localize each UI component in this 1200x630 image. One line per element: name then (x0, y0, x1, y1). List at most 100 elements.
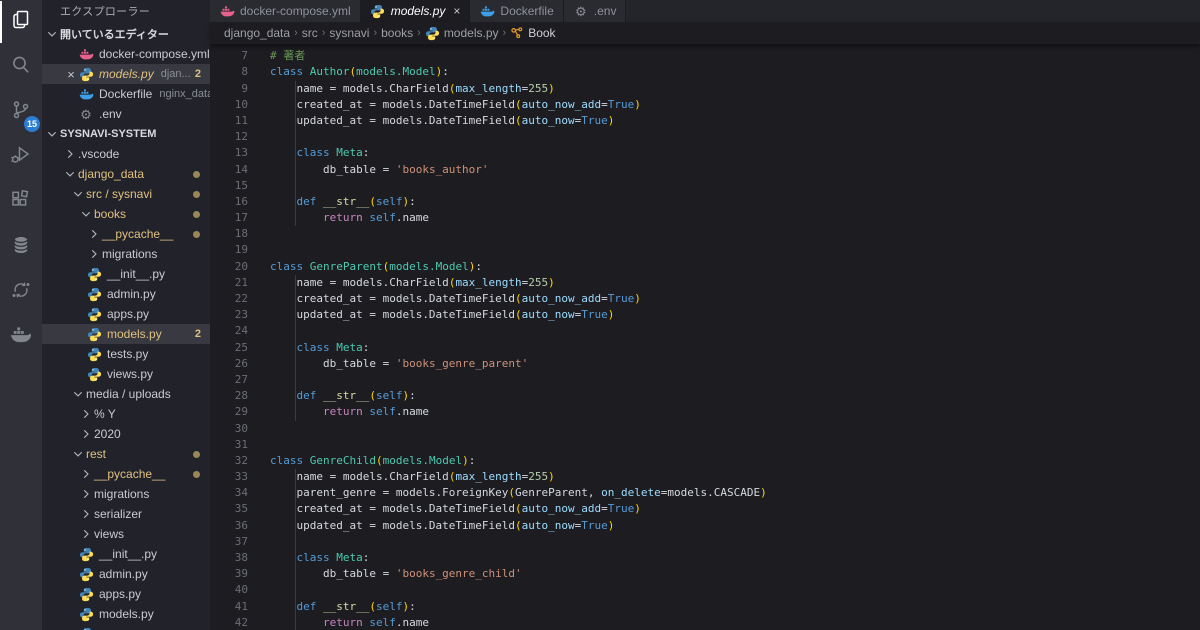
tab--env[interactable]: ⚙.env (564, 0, 627, 22)
code-line[interactable]: 27 (210, 372, 1200, 388)
explorer-activity-button[interactable] (0, 0, 42, 45)
source-control-activity-button[interactable]: 15 (0, 90, 42, 135)
code-line[interactable]: 17 return self.name (210, 210, 1200, 226)
close-icon[interactable]: × (453, 4, 460, 18)
breadcrumb-item[interactable]: models.py (425, 26, 499, 41)
chevron-down-icon (70, 386, 86, 402)
tree-item-tests-py[interactable]: tests.py (42, 624, 210, 630)
tree-item-models-py[interactable]: models.py (42, 604, 210, 624)
code-line[interactable]: 21name = models.CharField(max_length=255… (210, 275, 1200, 291)
code-line[interactable]: 12 (210, 129, 1200, 145)
code-line[interactable]: 42 return self.name (210, 615, 1200, 630)
code-line[interactable]: 9name = models.CharField(max_length=255) (210, 81, 1200, 97)
explorer-icon (9, 8, 33, 37)
workspace-section-header[interactable]: SYSNAVI-SYSTEM (42, 124, 210, 144)
code-line[interactable]: 26 db_table = 'books_genre_parent' (210, 356, 1200, 372)
breadcrumb-item[interactable]: Book (510, 26, 555, 40)
code-line[interactable]: 37 (210, 534, 1200, 550)
code-line[interactable]: 41def __str__(self): (210, 599, 1200, 615)
code-editor[interactable]: 67# 著者8class Author(models.Model):9name … (210, 44, 1200, 630)
tree-item-media-uploads[interactable]: media / uploads (42, 384, 210, 404)
chevron-right-icon (78, 406, 94, 422)
tree-item-label: tests.py (107, 347, 148, 361)
tree-item--init-py[interactable]: __init__.py (42, 544, 210, 564)
tree-item-views-py[interactable]: views.py (42, 364, 210, 384)
code-line[interactable]: 24 (210, 323, 1200, 339)
tree-item-migrations[interactable]: migrations (42, 244, 210, 264)
breadcrumb-item[interactable]: src (302, 26, 318, 40)
code-line[interactable]: 36updated_at = models.DateTimeField(auto… (210, 518, 1200, 534)
search-activity-button[interactable] (0, 45, 42, 90)
tree-item-admin-py[interactable]: admin.py (42, 284, 210, 304)
line-number: 42 (210, 615, 248, 630)
docker-activity-button[interactable] (0, 315, 42, 360)
tree-item-label: models.py (107, 327, 162, 341)
open-editor-item[interactable]: docker-compose.yml (42, 44, 210, 64)
code-line[interactable]: 28def __str__(self): (210, 388, 1200, 404)
tree-item-rest[interactable]: rest (42, 444, 210, 464)
code-line[interactable]: 23updated_at = models.DateTimeField(auto… (210, 307, 1200, 323)
extensions-activity-button[interactable] (0, 180, 42, 225)
breadcrumb-item[interactable]: sysnavi (329, 26, 369, 40)
open-editor-item[interactable]: ⚙.env (42, 104, 210, 124)
tree-item-src-sysnavi[interactable]: src / sysnavi (42, 184, 210, 204)
code-line[interactable]: 40 (210, 582, 1200, 598)
code-line[interactable]: 38class Meta: (210, 550, 1200, 566)
code-token: ( (376, 454, 383, 467)
code-line[interactable]: 11updated_at = models.DateTimeField(auto… (210, 113, 1200, 129)
code-line[interactable]: 8class Author(models.Model): (210, 64, 1200, 80)
code-line[interactable]: 7# 著者 (210, 48, 1200, 64)
indent-guide (270, 194, 296, 210)
code-line[interactable]: 31 (210, 437, 1200, 453)
open-editors-section-header[interactable]: 開いているエディター (42, 24, 210, 44)
code-token: ( (515, 502, 522, 515)
debug-activity-button[interactable] (0, 135, 42, 180)
tree-item--init-py[interactable]: __init__.py (42, 264, 210, 284)
tree-item-django-data[interactable]: django_data (42, 164, 210, 184)
tree-item--vscode[interactable]: .vscode (42, 144, 210, 164)
code-line[interactable]: 18 (210, 226, 1200, 242)
code-line[interactable]: 15 (210, 178, 1200, 194)
code-line[interactable]: 34parent_genre = models.ForeignKey(Genre… (210, 485, 1200, 501)
code-line[interactable]: 13class Meta: (210, 145, 1200, 161)
code-token: Meta (336, 551, 363, 564)
code-line[interactable]: 29 return self.name (210, 404, 1200, 420)
code-line[interactable]: 33name = models.CharField(max_length=255… (210, 469, 1200, 485)
open-editor-item[interactable]: Dockerfilenginx_data (42, 84, 210, 104)
tree-item-migrations[interactable]: migrations (42, 484, 210, 504)
line-number: 33 (210, 469, 248, 485)
modified-dot-badge (193, 171, 200, 178)
tree-item--pycache-[interactable]: __pycache__ (42, 224, 210, 244)
close-icon[interactable]: × (64, 68, 78, 81)
breadcrumb-item[interactable]: books (381, 26, 413, 40)
tree-item-admin-py[interactable]: admin.py (42, 564, 210, 584)
tree-item-views[interactable]: views (42, 524, 210, 544)
tab-docker-compose-yml[interactable]: docker-compose.yml (210, 0, 361, 22)
tree-item-tests-py[interactable]: tests.py (42, 344, 210, 364)
breadcrumb-item[interactable]: django_data (224, 26, 290, 40)
code-line[interactable]: 25class Meta: (210, 340, 1200, 356)
tree-item-models-py[interactable]: models.py2 (42, 324, 210, 344)
code-line[interactable]: 22created_at = models.DateTimeField(auto… (210, 291, 1200, 307)
code-line[interactable]: 14 db_table = 'books_author' (210, 162, 1200, 178)
tree-item-apps-py[interactable]: apps.py (42, 584, 210, 604)
code-line[interactable]: 35created_at = models.DateTimeField(auto… (210, 501, 1200, 517)
code-line[interactable]: 10created_at = models.DateTimeField(auto… (210, 97, 1200, 113)
tree-item--pycache-[interactable]: __pycache__ (42, 464, 210, 484)
tab-dockerfile[interactable]: Dockerfile (470, 0, 563, 22)
code-line[interactable]: 20class GenreParent(models.Model): (210, 259, 1200, 275)
tab-models-py[interactable]: models.py× (361, 0, 471, 22)
code-line[interactable]: 32class GenreChild(models.Model): (210, 453, 1200, 469)
tree-item-serializer[interactable]: serializer (42, 504, 210, 524)
tree-item-2020[interactable]: 2020 (42, 424, 210, 444)
code-line[interactable]: 16def __str__(self): (210, 194, 1200, 210)
tree-item--y[interactable]: % Y (42, 404, 210, 424)
code-line[interactable]: 30 (210, 421, 1200, 437)
code-line[interactable]: 19 (210, 242, 1200, 258)
tree-item-books[interactable]: books (42, 204, 210, 224)
open-editor-item[interactable]: ×models.pydjan...2 (42, 64, 210, 84)
database-activity-button[interactable] (0, 225, 42, 270)
sync-activity-button[interactable] (0, 270, 42, 315)
tree-item-apps-py[interactable]: apps.py (42, 304, 210, 324)
code-line[interactable]: 39 db_table = 'books_genre_child' (210, 566, 1200, 582)
